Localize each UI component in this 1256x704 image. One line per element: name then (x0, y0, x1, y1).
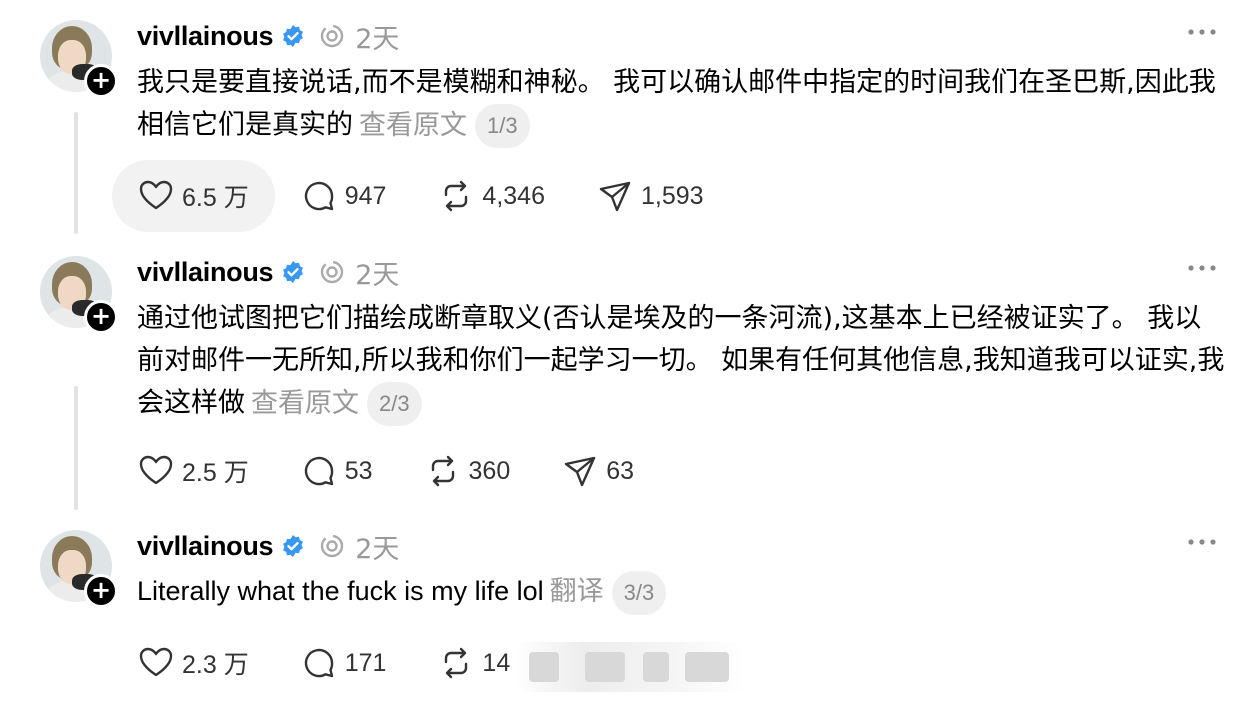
post-text: 我只是要直接说话,而不是模糊和神秘。 我可以确认邮件中指定的时间我们在圣巴斯,因… (137, 62, 1227, 148)
more-icon[interactable] (1186, 20, 1218, 44)
reply-button[interactable]: 53 (275, 435, 399, 507)
page-indicator: 2/3 (367, 382, 422, 426)
action-bar: 2.5 万 53 360 63 (112, 435, 660, 507)
follow-plus-icon[interactable]: + (84, 300, 118, 334)
repost-count: 360 (468, 456, 511, 485)
verified-badge-icon (283, 535, 304, 557)
heart-icon (139, 180, 173, 210)
share-button[interactable]: 1,593 (571, 160, 730, 232)
activity-icon[interactable] (319, 23, 345, 49)
like-button[interactable]: 2.5 万 (112, 435, 275, 507)
post-text: 通过他试图把它们描绘成断章取义(否认是埃及的一条河流),这基本上已经被证实了。 … (137, 298, 1227, 426)
share-icon (599, 181, 631, 212)
repost-icon (431, 455, 454, 487)
username[interactable]: vivllainous (137, 531, 274, 562)
post-text: Literally what the fuck is my life lol 翻译… (137, 570, 1227, 615)
heart-icon (139, 455, 173, 485)
reply-button[interactable]: 171 (275, 627, 413, 699)
action-bar: 2.3 万 171 14 (112, 627, 536, 699)
repost-count: 14 (482, 648, 511, 677)
reply-icon (304, 456, 333, 486)
share-icon (565, 456, 596, 487)
more-icon[interactable] (1186, 530, 1218, 554)
blurred-watermark (515, 642, 745, 692)
avatar[interactable]: + (40, 256, 118, 334)
share-button[interactable]: 63 (536, 435, 660, 507)
post-time: 2天 (355, 259, 400, 291)
reply-count: 171 (344, 648, 387, 677)
see-original-link[interactable]: 查看原文 (359, 110, 467, 141)
more-icon[interactable] (1186, 256, 1218, 280)
translate-link[interactable]: 翻译 (550, 576, 604, 607)
like-count: 6.5 万 (182, 184, 249, 212)
reply-icon (304, 181, 333, 211)
action-bar: 6.5 万 947 4,346 1,593 (112, 160, 730, 232)
like-count: 2.5 万 (182, 459, 249, 487)
repost-icon (445, 180, 468, 212)
verified-badge-icon (283, 261, 304, 283)
thread-post: + vivllainous 2天 我只是要直接说话,而不是模糊和神秘。 我可以确… (0, 0, 1256, 236)
see-original-link[interactable]: 查看原文 (251, 388, 359, 419)
activity-icon[interactable] (319, 259, 345, 285)
like-count: 2.3 万 (182, 651, 249, 679)
repost-count: 4,346 (482, 181, 545, 210)
share-count: 63 (606, 456, 635, 485)
share-count: 1,593 (640, 181, 704, 210)
repost-button[interactable]: 4,346 (412, 160, 571, 232)
reply-button[interactable]: 947 (275, 160, 413, 232)
avatar[interactable]: + (40, 20, 118, 98)
page-indicator: 3/3 (611, 570, 667, 615)
thread-post: + vivllainous 2天 通过他试图把它们描绘成断章取义(否认是埃及的一… (0, 236, 1256, 512)
verified-badge-icon (283, 25, 304, 47)
like-button[interactable]: 2.3 万 (112, 627, 275, 699)
post-time: 2天 (355, 533, 400, 565)
follow-plus-icon[interactable]: + (84, 574, 118, 608)
activity-icon[interactable] (319, 533, 345, 559)
reply-count: 53 (344, 456, 373, 485)
reply-icon (304, 648, 333, 678)
like-button[interactable]: 6.5 万 (112, 160, 275, 232)
heart-icon (139, 647, 173, 677)
post-time: 2天 (355, 23, 400, 55)
username[interactable]: vivllainous (137, 257, 274, 288)
username[interactable]: vivllainous (137, 21, 274, 52)
repost-button[interactable]: 360 (399, 435, 537, 507)
page-indicator: 1/3 (475, 104, 530, 148)
repost-icon (445, 647, 468, 679)
follow-plus-icon[interactable]: + (84, 64, 118, 98)
reply-count: 947 (344, 181, 387, 210)
avatar[interactable]: + (40, 530, 118, 608)
